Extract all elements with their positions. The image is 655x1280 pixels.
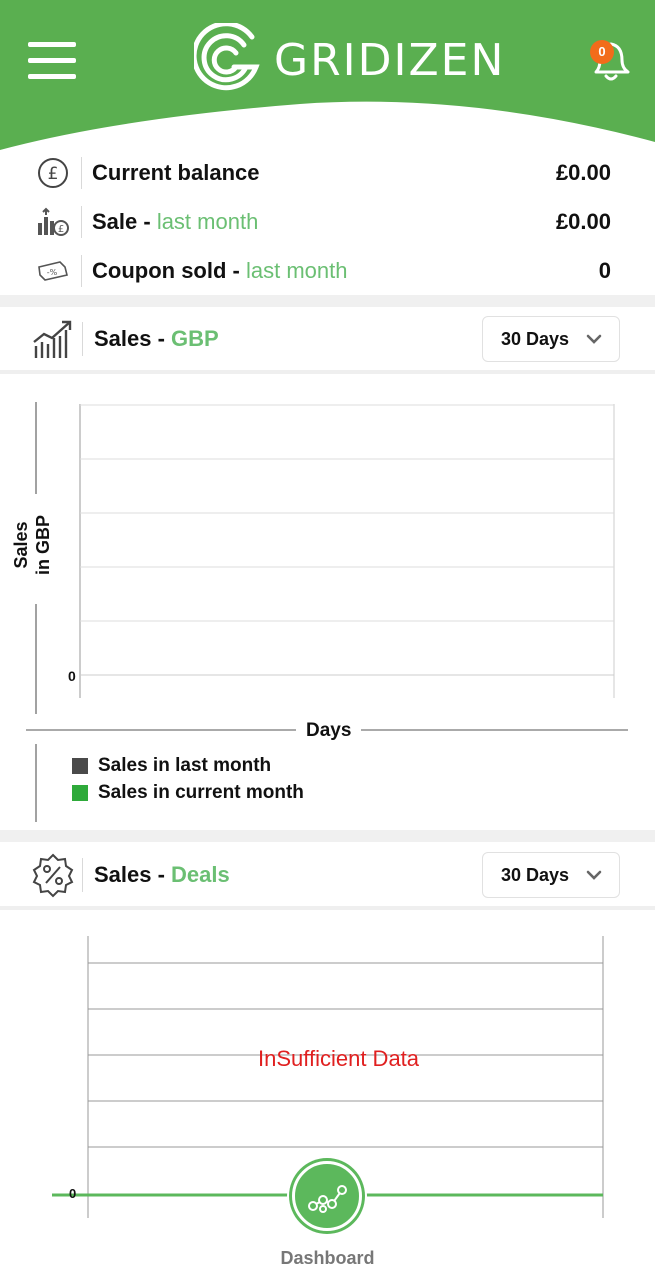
gridizen-logo-icon <box>194 23 260 91</box>
section-title: Sales - Deals <box>94 862 230 887</box>
insufficient-data-message: InSufficient Data <box>258 1046 420 1071</box>
stat-label: Sale - last month <box>92 209 259 234</box>
dashboard-graph-icon <box>308 1185 347 1213</box>
section-title: Sales - GBP <box>94 326 219 351</box>
dashboard-label: Dashboard <box>280 1248 375 1268</box>
legend-item-last-month: Sales in last month <box>72 755 271 777</box>
sales-deals-header: Sales - Deals 30 Days <box>0 844 655 906</box>
y-axis-label: Sales in GBP <box>11 515 53 576</box>
stat-row-current-balance: £ Current balance £0.00 <box>0 150 655 196</box>
menu-button[interactable] <box>28 42 76 80</box>
menu-icon <box>28 42 76 47</box>
pound-circle-icon: £ <box>34 154 72 192</box>
legend-item-current-month: Sales in current month <box>72 782 304 804</box>
legend-swatch <box>72 758 88 774</box>
stat-value: £0.00 <box>555 160 611 185</box>
sales-gbp-header: Sales - GBP 30 Days <box>0 308 655 370</box>
chevron-down-icon <box>586 870 602 880</box>
legend-swatch <box>72 785 88 801</box>
x-axis-label: Days <box>296 720 362 742</box>
discount-badge-icon <box>32 853 74 898</box>
coupon-icon: -% <box>34 252 72 290</box>
y-tick-label: 0 <box>68 668 76 684</box>
svg-text:£: £ <box>48 164 59 184</box>
growth-chart-icon <box>33 320 72 358</box>
stat-label: Coupon sold - last month <box>92 258 348 283</box>
svg-text:£: £ <box>58 224 64 235</box>
sales-bars-icon: £ <box>34 203 72 241</box>
stat-value: £0.00 <box>555 209 611 234</box>
stat-row-sale-last-month: £ Sale - last month £0.00 <box>0 199 655 245</box>
range-dropdown[interactable]: 30 Days <box>482 316 620 362</box>
stat-row-coupon-sold: -% Coupon sold - last month 0 <box>0 248 655 294</box>
svg-text:-%: -% <box>47 268 58 277</box>
stat-value: 0 <box>598 258 611 283</box>
chevron-down-icon <box>586 334 602 344</box>
range-dropdown[interactable]: 30 Days <box>482 852 620 898</box>
section-separator <box>0 830 655 842</box>
dashboard-button[interactable] <box>287 1156 367 1236</box>
y-tick-label: 0 <box>69 1186 77 1201</box>
brand-logo: GRIDIZEN <box>194 22 505 98</box>
stat-label: Current balance <box>92 160 260 185</box>
section-separator <box>0 295 655 307</box>
brand-name: GRIDIZEN <box>274 34 506 86</box>
notification-badge: 0 <box>590 40 614 64</box>
